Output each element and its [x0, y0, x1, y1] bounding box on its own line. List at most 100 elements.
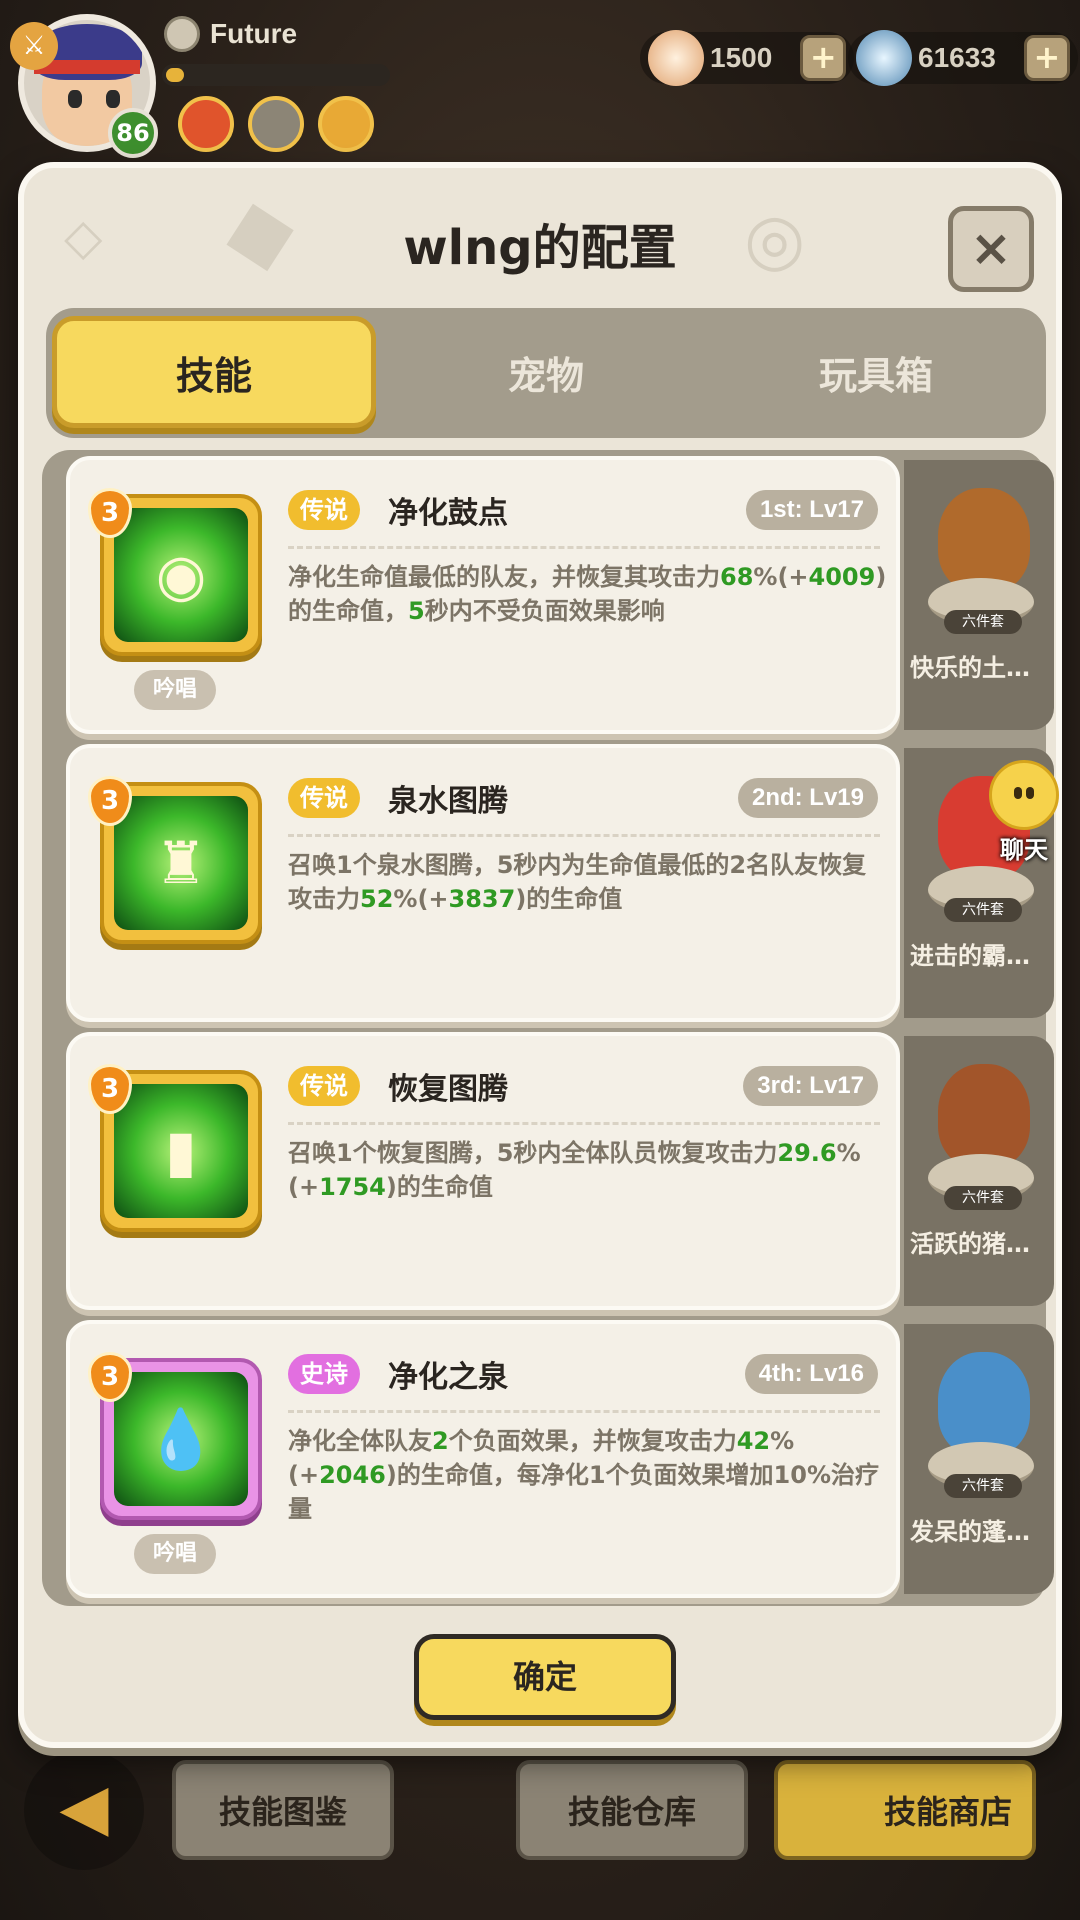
highlight-value: 29.6 — [777, 1139, 837, 1167]
close-button[interactable]: × — [948, 206, 1034, 292]
rarity-badge: 传说 — [288, 490, 360, 530]
pet-name: 发呆的蓬… — [910, 1518, 1030, 1546]
pet-name: 进击的霸… — [910, 942, 1030, 970]
description-text: 个负面效果，并恢复攻击力 — [448, 1427, 737, 1455]
rarity-badge: 传说 — [288, 1066, 360, 1106]
tab-bar: 技能 宠物 玩具箱 — [46, 308, 1046, 438]
skill-name: 泉水图腾 — [388, 784, 508, 819]
skill-icon: ♜ — [114, 796, 248, 930]
divider — [288, 1410, 880, 1413]
slot-level-pill: 3rd: Lv17 — [743, 1066, 878, 1106]
description-text: 召唤1个恢复图腾，5秒内全体队员恢复攻击力 — [288, 1139, 778, 1167]
rarity-badge: 传说 — [288, 778, 360, 818]
pet-card[interactable]: 六件套 发呆的蓬… — [904, 1324, 1054, 1594]
chant-tag: 吟唱 — [134, 1534, 216, 1574]
highlight-value: 68 — [720, 563, 754, 591]
skill-card[interactable]: 💧 3 吟唱 史诗 净化之泉 4th: Lv16 净化全体队友2个负面效果，并恢… — [66, 1320, 900, 1598]
player-level-badge: 86 — [108, 108, 158, 158]
description-text: )的生命值 — [385, 1173, 493, 1201]
chat-label: 聊天 — [1000, 836, 1048, 864]
back-arrow-button[interactable]: ◀ — [24, 1750, 144, 1870]
pet-set-badge: 六件套 — [944, 1474, 1022, 1498]
buff-icon-1[interactable] — [178, 96, 234, 152]
shell-starfish-icon — [648, 30, 704, 86]
pet-image — [938, 1064, 1030, 1168]
pearl-clam-icon — [856, 30, 912, 86]
highlight-value: 3837 — [448, 885, 516, 913]
skill-card[interactable]: ◉ 3 吟唱 传说 净化鼓点 1st: Lv17 净化生命值最低的队友，并恢复其… — [66, 456, 900, 734]
xp-bar-fill — [166, 68, 184, 82]
skill-icon: ◉ — [114, 508, 248, 642]
loadout-panel: ◆ ◎ ◇ wlng的配置 × 技能 宠物 玩具箱 六件套 快乐的土… ◉ 3 … — [18, 162, 1062, 1748]
player-name-row: Future — [164, 16, 297, 52]
drum-icon: ◉ — [155, 541, 207, 609]
avatar-eye — [106, 90, 120, 108]
currency-pill: 1500 + — [640, 30, 855, 86]
bottom-bar: ◀ 技能图鉴 技能仓库 技能商店 — [0, 1730, 1080, 1920]
buff-icon-3[interactable] — [318, 96, 374, 152]
skill-name: 净化鼓点 — [388, 496, 508, 531]
pet-name: 快乐的土… — [910, 654, 1030, 682]
buff-icon-2[interactable] — [248, 96, 304, 152]
currency-value: 61633 — [918, 42, 996, 73]
description-text: 净化生命值最低的队友，并恢复其攻击力 — [288, 563, 720, 591]
skill-shop-button[interactable]: 技能商店 — [774, 1760, 1036, 1860]
add-shells-button[interactable]: + — [800, 35, 847, 81]
slot-level-pill: 1st: Lv17 — [745, 490, 878, 530]
confirm-button[interactable]: 确定 — [414, 1634, 676, 1720]
skill-card[interactable]: ♜ 3 传说 泉水图腾 2nd: Lv19 召唤1个泉水图腾，5秒内为生命值最低… — [66, 744, 900, 1022]
description-text: %(+ — [753, 563, 809, 591]
skill-card[interactable]: ▮ 3 传说 恢复图腾 3rd: Lv17 召唤1个恢复图腾，5秒内全体队员恢复… — [66, 1032, 900, 1310]
description-text: )的生命值 — [515, 885, 623, 913]
highlight-value: 42 — [736, 1427, 771, 1455]
description-text: 秒内不受负面效果影响 — [424, 597, 665, 625]
divider — [288, 546, 880, 549]
fountain-totem-icon: ♜ — [155, 829, 207, 897]
currency-shells: 1500 + — [640, 30, 855, 86]
avatar-eye — [68, 90, 82, 108]
pet-set-badge: 六件套 — [944, 1186, 1022, 1210]
pet-card[interactable]: 六件套 快乐的土… — [904, 460, 1054, 730]
skill-codex-button[interactable]: 技能图鉴 — [172, 1760, 394, 1860]
divider — [288, 834, 880, 837]
highlight-value: 1754 — [319, 1173, 386, 1201]
heal-totem-icon: ▮ — [165, 1117, 197, 1185]
highlight-value: 2 — [432, 1427, 449, 1455]
battle-axe-icon: ⚔ — [10, 22, 58, 70]
rank-icon — [164, 16, 200, 52]
highlight-value: 52 — [360, 885, 394, 913]
tab-pets[interactable]: 宠物 — [384, 316, 708, 428]
divider — [288, 1122, 880, 1125]
skill-name: 恢复图腾 — [388, 1072, 508, 1107]
description-text: %(+ — [393, 885, 449, 913]
slot-level-pill: 4th: Lv16 — [744, 1354, 878, 1394]
skill-description: 净化全体队友2个负面效果，并恢复攻击力42%(+2046)的生命值，每净化1个负… — [288, 1424, 888, 1526]
skill-icon: ▮ — [114, 1084, 248, 1218]
pet-set-badge: 六件套 — [944, 898, 1022, 922]
skill-description: 召唤1个恢复图腾，5秒内全体队员恢复攻击力29.6%(+1754)的生命值 — [288, 1136, 888, 1204]
slot-level-pill: 2nd: Lv19 — [737, 778, 878, 818]
add-pearls-button[interactable]: + — [1023, 35, 1070, 81]
chant-tag: 吟唱 — [134, 670, 216, 710]
tab-skills[interactable]: 技能 — [52, 316, 376, 428]
pet-set-badge: 六件套 — [944, 610, 1022, 634]
skill-name: 净化之泉 — [388, 1360, 508, 1395]
buff-row — [178, 96, 374, 152]
rarity-badge: 史诗 — [288, 1354, 360, 1394]
panel-title: wlng的配置 — [403, 220, 677, 276]
skill-storage-button[interactable]: 技能仓库 — [516, 1760, 748, 1860]
skill-list: 六件套 快乐的土… ◉ 3 吟唱 传说 净化鼓点 1st: Lv17 净化生命值… — [42, 450, 1054, 1606]
pet-card[interactable]: 六件套 活跃的猪… — [904, 1036, 1054, 1306]
tab-toybox[interactable]: 玩具箱 — [714, 316, 1038, 428]
chat-button[interactable]: 聊天 — [978, 760, 1070, 865]
pet-image — [938, 488, 1030, 592]
highlight-value: 2046 — [319, 1461, 386, 1489]
currency-value: 1500 — [710, 42, 773, 73]
top-hud: ⚔ 86 Future 1500 + 61633 + — [0, 0, 1080, 160]
chat-smiley-icon — [989, 760, 1059, 830]
highlight-value: 4009 — [808, 563, 876, 591]
currency-pill: 61633 + — [848, 30, 1078, 86]
player-name: Future — [210, 18, 298, 49]
skill-description: 召唤1个泉水图腾，5秒内为生命值最低的2名队友恢复攻击力52%(+3837)的生… — [288, 848, 888, 916]
purify-drop-icon: 💧 — [144, 1405, 218, 1473]
